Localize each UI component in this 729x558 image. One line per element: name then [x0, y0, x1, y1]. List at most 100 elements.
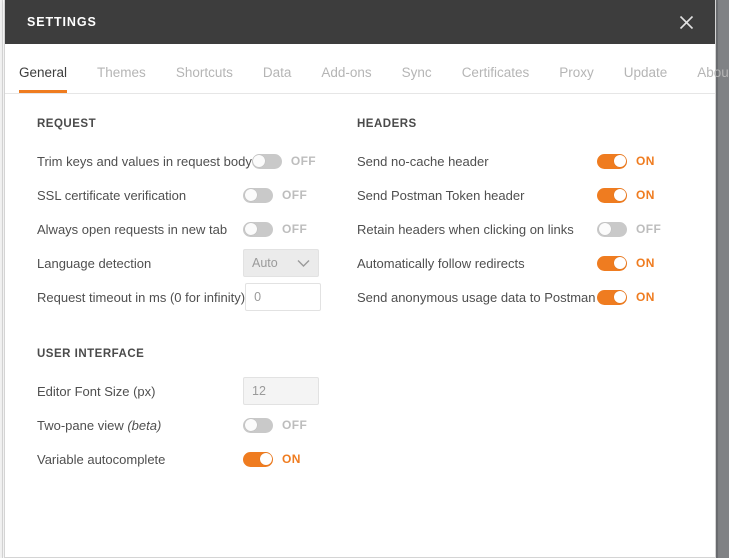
toggle-knob — [613, 291, 626, 303]
settings-screen: SETTINGS General Themes Shortcuts Data Add-o… — [0, 0, 729, 558]
setting-row-trim-keys-and-values-in-request-body: Trim keys and values in request body OFF — [37, 144, 353, 178]
setting-row-editor-font-size-px: Editor Font Size (px) — [37, 374, 353, 408]
tab-themes[interactable]: Themes — [97, 65, 162, 94]
setting-row-send-no-cache-header: Send no-cache header ON — [357, 144, 693, 178]
setting-control: OFF — [243, 417, 353, 433]
tab-sync[interactable]: Sync — [402, 65, 448, 94]
setting-label: Send no-cache header — [357, 153, 489, 169]
toggle-knob — [598, 223, 611, 235]
setting-row-ssl-certificate-verification: SSL certificate verification OFF — [37, 178, 353, 212]
toggle-knob — [259, 453, 272, 465]
setting-row-always-open-requests-in-new-tab: Always open requests in new tab OFF — [37, 212, 353, 246]
section-title-request: REQUEST — [37, 118, 97, 130]
toggle-knob — [613, 257, 626, 269]
setting-label-beta: (beta) — [127, 417, 162, 433]
setting-control: ON — [597, 289, 693, 305]
setting-control: ON — [597, 187, 693, 203]
toggle-state-label: OFF — [282, 222, 308, 236]
toggle-state-label: ON — [636, 188, 655, 202]
setting-row-language-detection: Language detection Auto — [37, 246, 353, 280]
setting-row-retain-headers-when-clicking-on-links: Retain headers when clicking on links OFF — [357, 212, 693, 246]
settings-tabbar: General Themes Shortcuts Data Add-ons Sync Cer… — [5, 44, 729, 94]
toggle-track[interactable] — [243, 221, 273, 237]
setting-control — [243, 377, 353, 405]
setting-control: ON — [597, 255, 693, 271]
dialog-title: SETTINGS — [27, 15, 97, 29]
setting-label: Two-pane view (beta) — [37, 417, 162, 433]
setting-row-send-postman-token-header: Send Postman Token header ON — [357, 178, 693, 212]
tab-shortcuts[interactable]: Shortcuts — [176, 65, 249, 94]
toggle-state-label: OFF — [290, 154, 317, 168]
tab-about[interactable]: About — [697, 65, 729, 94]
section-title-user-interface: USER INTERFACE — [37, 348, 145, 360]
toggle-track[interactable] — [243, 187, 273, 203]
setting-label: Variable autocomplete — [37, 451, 166, 467]
setting-control: OFF — [251, 153, 353, 169]
setting-label: Language detection — [37, 255, 152, 271]
chevron-down-icon — [297, 259, 310, 268]
toggle-trim-keys-and-values-in-request-body[interactable]: OFF — [251, 153, 317, 169]
setting-label: Trim keys and values in request body — [37, 153, 252, 169]
setting-control: Auto — [243, 249, 353, 277]
setting-label: Retain headers when clicking on links — [357, 221, 574, 237]
toggle-track[interactable] — [597, 153, 627, 169]
tab-add-ons[interactable]: Add-ons — [321, 65, 387, 94]
toggle-track[interactable] — [251, 153, 282, 169]
settings-right-column: HEADERS Send no-cache header ON Send Postm… — [353, 118, 693, 314]
setting-row-two-pane-view-beta: Two-pane view (beta) OFF — [37, 408, 353, 442]
toggle-track[interactable] — [597, 187, 627, 203]
toggle-state-label: ON — [636, 290, 655, 304]
toggle-track[interactable] — [243, 417, 273, 433]
toggle-track[interactable] — [597, 255, 627, 271]
toggle-automatically-follow-redirects[interactable]: ON — [597, 255, 655, 271]
tab-proxy[interactable]: Proxy — [559, 65, 610, 94]
setting-label: Editor Font Size (px) — [37, 383, 156, 399]
toggle-ssl-certificate-verification[interactable]: OFF — [243, 187, 308, 203]
close-icon[interactable] — [673, 9, 699, 35]
tab-general[interactable]: General — [19, 65, 83, 94]
section-title-headers: HEADERS — [357, 118, 417, 130]
setting-control — [245, 283, 353, 311]
toggle-knob — [253, 155, 266, 167]
toggle-two-pane-view-beta[interactable]: OFF — [243, 417, 308, 433]
tab-data[interactable]: Data — [263, 65, 308, 94]
setting-label: Send Postman Token header — [357, 187, 525, 203]
user-interface-rows: Editor Font Size (px) Two-pane view (beta… — [37, 374, 353, 476]
headers-rows: Send no-cache header ON Send Postman Token… — [357, 144, 693, 314]
toggle-retain-headers-when-clicking-on-links[interactable]: OFF — [597, 221, 662, 237]
toggle-always-open-requests-in-new-tab[interactable]: OFF — [243, 221, 308, 237]
toggle-state-label: OFF — [282, 418, 308, 432]
setting-label: Request timeout in ms (0 for infinity) — [37, 289, 246, 305]
toggle-state-label: OFF — [636, 222, 662, 236]
toggle-send-postman-token-header[interactable]: ON — [597, 187, 655, 203]
tab-certificates[interactable]: Certificates — [462, 65, 546, 94]
toggle-knob — [613, 189, 626, 201]
setting-control: OFF — [597, 221, 693, 237]
toggle-send-no-cache-header[interactable]: ON — [597, 153, 655, 169]
setting-control: OFF — [243, 221, 353, 237]
request-rows: Trim keys and values in request body OFF S… — [37, 144, 353, 314]
setting-row-variable-autocomplete: Variable autocomplete ON — [37, 442, 353, 476]
toggle-variable-autocomplete[interactable]: ON — [243, 451, 301, 467]
settings-content: REQUEST Trim keys and values in request … — [5, 94, 715, 556]
toggle-knob — [244, 419, 257, 431]
setting-control: ON — [243, 451, 353, 467]
toggle-state-label: OFF — [282, 188, 308, 202]
toggle-track[interactable] — [243, 451, 273, 467]
setting-row-automatically-follow-redirects: Automatically follow redirects ON — [357, 246, 693, 280]
input-request-timeout-in-ms-0-for-infinity[interactable] — [245, 283, 322, 311]
toggle-track[interactable] — [597, 221, 627, 237]
toggle-state-label: ON — [636, 256, 655, 270]
settings-dialog: SETTINGS General Themes Shortcuts Data Add-o… — [4, 0, 729, 558]
tab-update[interactable]: Update — [624, 65, 684, 94]
toggle-send-anonymous-usage-data-to-postman[interactable]: ON — [597, 289, 655, 305]
select-language-detection[interactable]: Auto — [243, 249, 319, 277]
toggle-knob — [244, 189, 257, 201]
toggle-track[interactable] — [597, 289, 627, 305]
toggle-knob — [244, 223, 257, 235]
toggle-state-label: ON — [282, 452, 301, 466]
setting-label: Automatically follow redirects — [357, 255, 525, 271]
setting-control: OFF — [243, 187, 353, 203]
input-editor-font-size-px[interactable] — [243, 377, 319, 405]
setting-row-request-timeout-in-ms-0-for-infinity: Request timeout in ms (0 for infinity) — [37, 280, 353, 314]
